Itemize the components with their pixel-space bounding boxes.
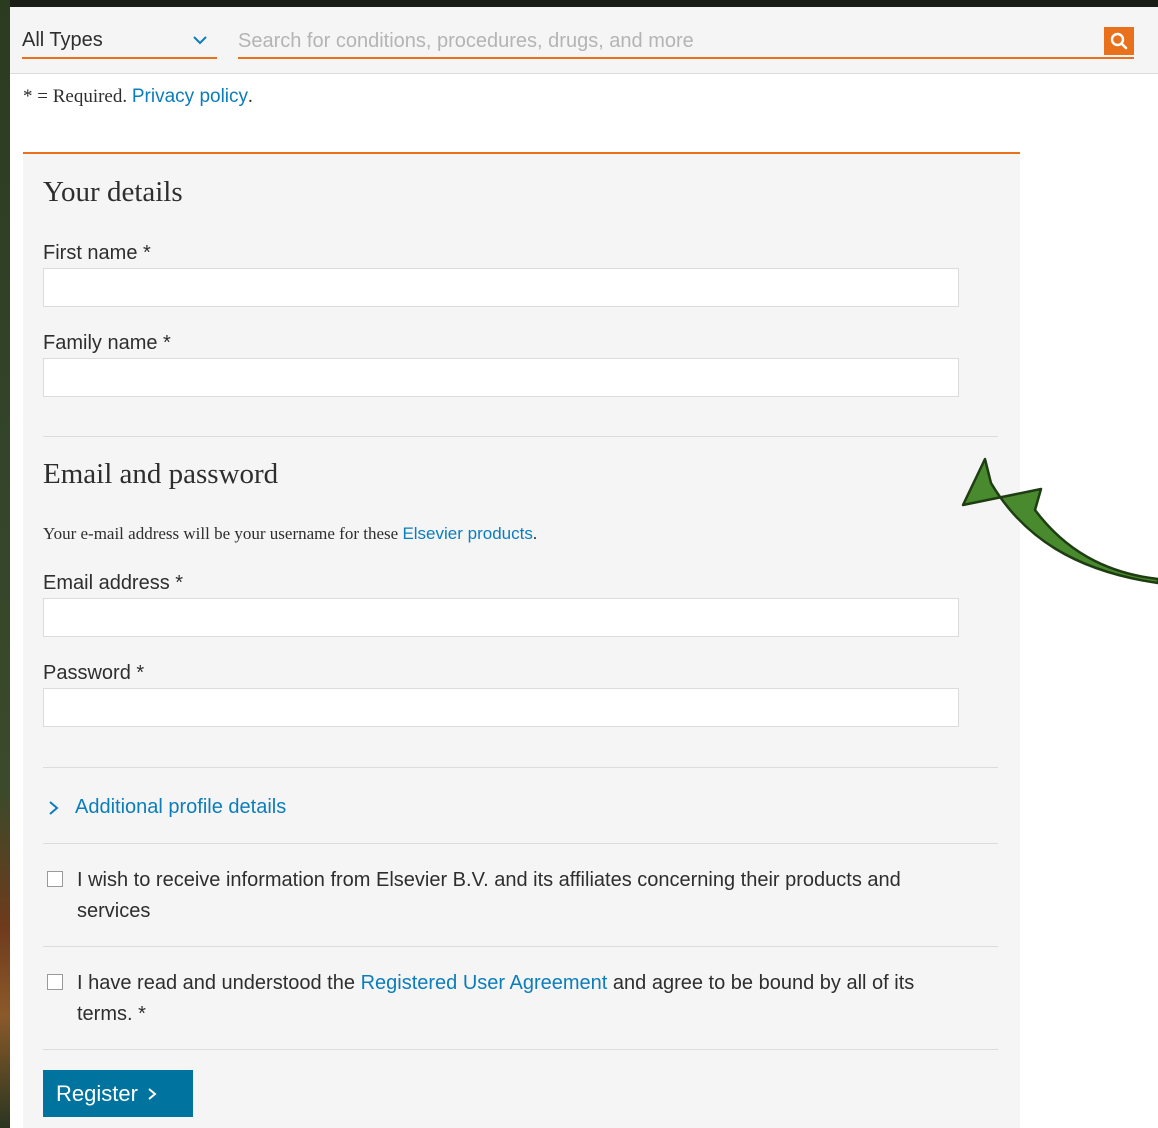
section-divider xyxy=(43,767,998,768)
first-name-label: First name * xyxy=(43,242,151,264)
registration-form: Your details First name * Family name * … xyxy=(23,152,1020,1128)
first-name-field[interactable] xyxy=(43,268,959,307)
elsevier-products-link[interactable]: Elsevier products xyxy=(402,524,532,543)
marketing-consent-checkbox[interactable] xyxy=(47,871,63,887)
section-divider xyxy=(43,436,998,437)
chevron-right-icon xyxy=(49,800,59,815)
register-button-label: Register xyxy=(56,1080,138,1106)
username-note: Your e-mail address will be your usernam… xyxy=(43,524,537,544)
annotation-arrow-icon xyxy=(961,457,1158,585)
agreement-checkbox[interactable] xyxy=(47,974,63,990)
register-button[interactable]: Register xyxy=(43,1070,193,1117)
agreement-text: I have read and understood the Registere… xyxy=(77,968,967,1030)
privacy-policy-link[interactable]: Privacy policy xyxy=(132,86,248,107)
email-field[interactable] xyxy=(43,598,959,637)
username-note-period: . xyxy=(532,524,538,543)
required-text: * = Required. xyxy=(23,86,128,107)
chevron-right-icon xyxy=(148,1087,157,1100)
search-input[interactable] xyxy=(238,25,1134,59)
family-name-field[interactable] xyxy=(43,358,959,397)
family-name-label: Family name * xyxy=(43,332,171,354)
email-label: Email address * xyxy=(43,572,184,594)
required-period: . xyxy=(248,86,253,107)
section-divider xyxy=(43,1049,998,1050)
email-password-heading: Email and password xyxy=(43,458,279,490)
password-label: Password * xyxy=(43,662,145,684)
user-agreement-link[interactable]: Registered User Agreement xyxy=(361,972,608,994)
section-divider xyxy=(43,946,998,947)
username-note-text: Your e-mail address will be your usernam… xyxy=(43,524,399,543)
type-dropdown-value: All Types xyxy=(22,29,103,51)
additional-profile-label: Additional profile details xyxy=(75,796,287,818)
chevron-down-icon xyxy=(193,36,207,45)
background-edge xyxy=(0,0,10,1128)
agreement-text-start: I have read and understood the xyxy=(77,972,355,994)
your-details-heading: Your details xyxy=(43,176,183,208)
search-button[interactable] xyxy=(1104,27,1134,55)
search-icon xyxy=(1110,32,1128,50)
required-notice: * = Required. Privacy policy. xyxy=(23,86,253,108)
additional-profile-toggle[interactable]: Additional profile details xyxy=(47,796,286,819)
type-dropdown[interactable]: All Types xyxy=(22,25,217,59)
password-field[interactable] xyxy=(43,688,959,727)
marketing-consent-text: I wish to receive information from Elsev… xyxy=(77,869,901,922)
search-bar: All Types xyxy=(10,7,1158,74)
section-divider xyxy=(43,843,998,844)
window-top-edge xyxy=(0,0,1158,7)
